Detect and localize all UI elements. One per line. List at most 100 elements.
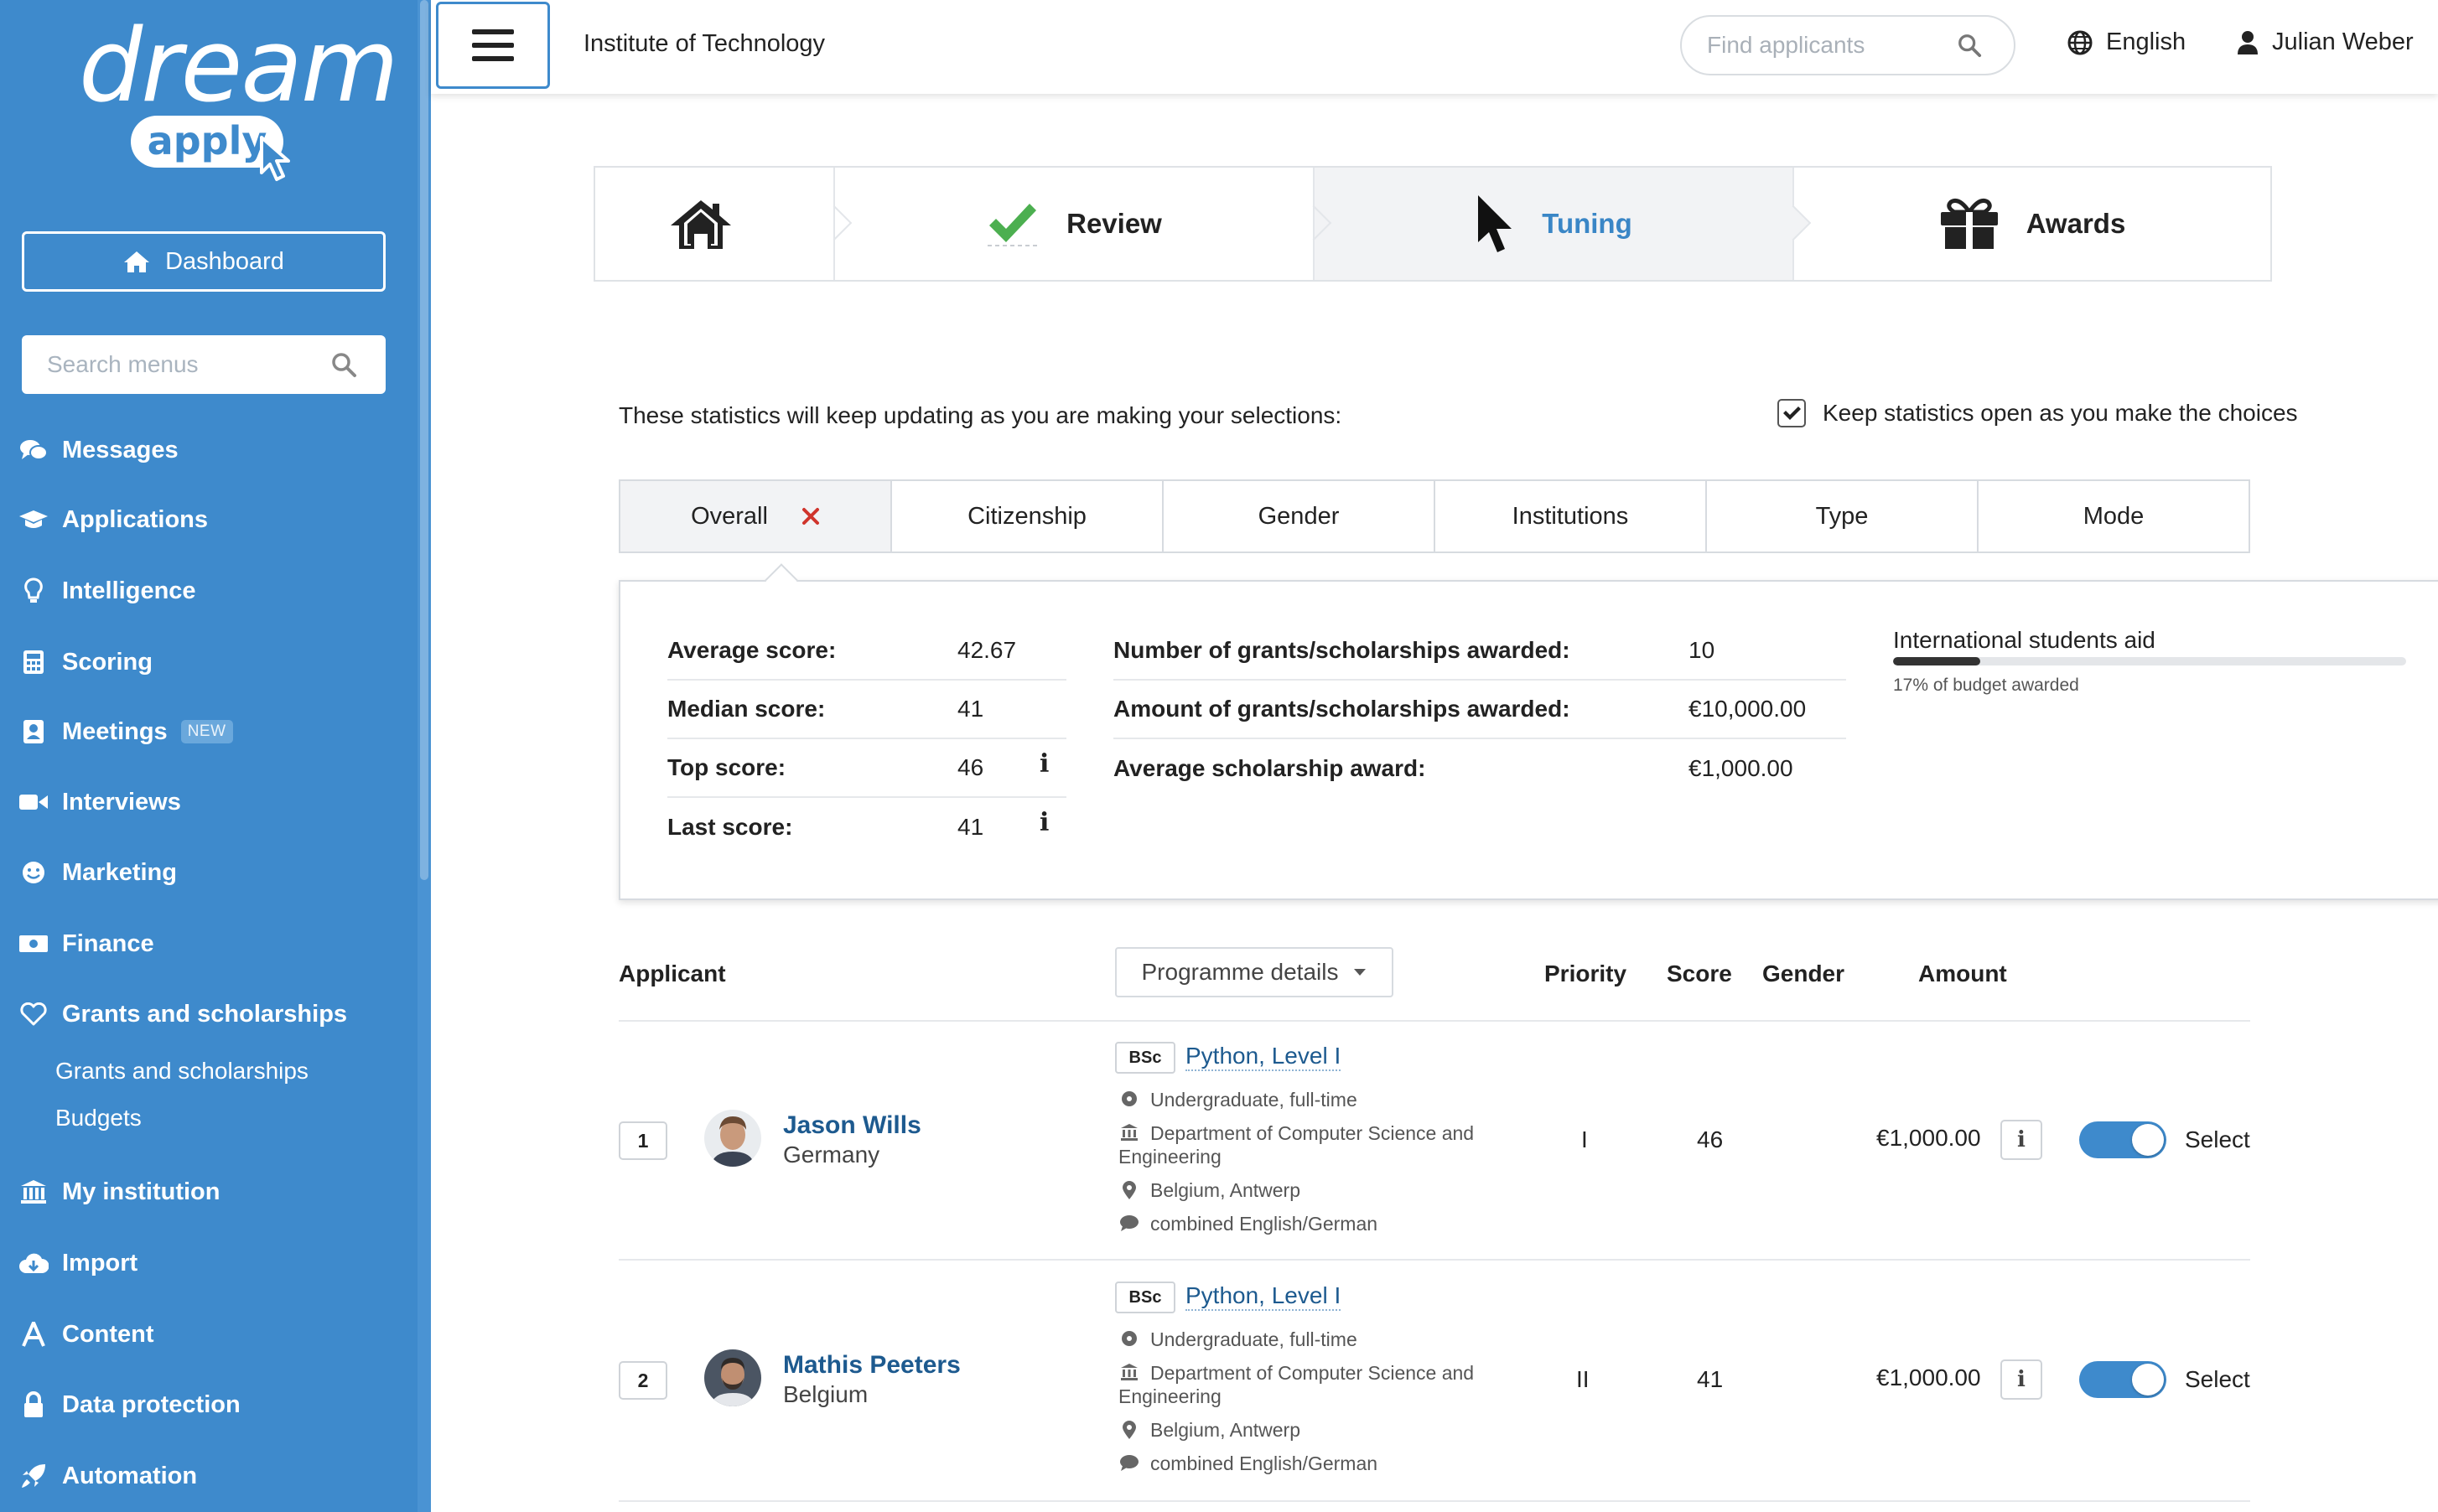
step-review[interactable]: Review xyxy=(835,168,1332,280)
programme-location: Belgium, Antwerp xyxy=(1118,1418,1300,1442)
chat-bubbles-icon xyxy=(18,435,49,465)
step-home[interactable] xyxy=(595,168,853,280)
info-button[interactable]: i xyxy=(2000,1120,2042,1160)
home-icon xyxy=(671,200,731,249)
sidebar-item-applications[interactable]: Applications xyxy=(18,499,208,541)
applicant-name-link[interactable]: Mathis Peeters xyxy=(783,1351,961,1380)
sidebar-item-label: Finance xyxy=(62,929,154,957)
tab-gender[interactable]: Gender xyxy=(1164,481,1435,551)
programme-department-continued: Engineering xyxy=(1118,1145,1222,1168)
programme-department-text-line2: Engineering xyxy=(1118,1385,1222,1407)
programme-department-text: Department of Computer Science and xyxy=(1150,1122,1475,1144)
select-toggle[interactable] xyxy=(2079,1121,2166,1158)
stat-row-average-score: Average score: 42.67 xyxy=(667,622,1066,681)
stat-value: 42.67 xyxy=(957,637,1017,663)
language-selector[interactable]: English xyxy=(2067,28,2186,56)
info-button[interactable]: i xyxy=(2000,1359,2042,1400)
tab-type[interactable]: Type xyxy=(1707,481,1979,551)
sidebar-scrollbar[interactable] xyxy=(418,0,431,1512)
sidebar-item-grants[interactable]: Grants and scholarships xyxy=(18,993,347,1035)
degree-badge: BSc xyxy=(1115,1042,1175,1074)
avatar[interactable] xyxy=(704,1110,761,1167)
amount-value: €1,000.00 xyxy=(1876,1364,1981,1390)
stat-value: €1,000.00 xyxy=(1688,755,1793,781)
search-icon[interactable] xyxy=(330,351,357,378)
map-pin-icon xyxy=(1118,1178,1140,1202)
applicant-country: Belgium xyxy=(783,1381,869,1407)
search-icon[interactable] xyxy=(1957,33,1982,58)
rank-badge: 1 xyxy=(619,1121,667,1160)
stat-label: Last score: xyxy=(667,814,793,840)
sidebar-item-interviews[interactable]: Interviews xyxy=(18,781,181,823)
cursor-arrow-icon xyxy=(1478,195,1512,252)
step-tuning[interactable]: Tuning xyxy=(1315,168,1812,280)
keep-stats-open-checkbox[interactable]: Keep statistics open as you make the cho… xyxy=(1777,399,2298,427)
dreamapply-logo[interactable]: dream apply xyxy=(50,8,399,184)
table-divider xyxy=(619,1500,2250,1502)
tab-citizenship[interactable]: Citizenship xyxy=(892,481,1164,551)
hamburger-icon xyxy=(472,29,514,61)
bank-building-icon xyxy=(1118,1361,1140,1385)
select-toggle[interactable] xyxy=(2079,1361,2166,1398)
tab-overall[interactable]: Overall xyxy=(620,481,892,551)
programme-link[interactable]: Python, Level I xyxy=(1185,1282,1341,1311)
cloud-download-icon xyxy=(18,1248,49,1278)
avatar-photo xyxy=(704,1110,761,1167)
applicant-name-link[interactable]: Jason Wills xyxy=(783,1111,921,1140)
new-badge: NEW xyxy=(180,720,233,743)
toggle-knob xyxy=(2132,1124,2164,1156)
sidebar-item-meetings[interactable]: Meetings NEW xyxy=(18,711,233,753)
sidebar-item-data-protection[interactable]: Data protection xyxy=(18,1384,241,1426)
letter-a-icon xyxy=(18,1319,49,1349)
video-camera-icon xyxy=(18,787,49,817)
stat-row-top-score: Top score: 46 i xyxy=(667,739,1066,798)
step-label: Awards xyxy=(2026,208,2126,239)
user-menu[interactable]: Julian Weber xyxy=(2237,28,2414,56)
sidebar-item-import[interactable]: Import xyxy=(18,1242,137,1284)
bank-building-icon xyxy=(18,1177,49,1207)
checkbox[interactable] xyxy=(1777,399,1806,427)
menu-search-box[interactable] xyxy=(22,335,386,394)
tab-mode[interactable]: Mode xyxy=(1979,481,2249,551)
sidebar-item-intelligence[interactable]: Intelligence xyxy=(18,570,196,612)
sidebar-item-scoring[interactable]: Scoring xyxy=(18,641,153,683)
workflow-steps: Review Tuning Awards xyxy=(594,166,2272,282)
programme-link[interactable]: Python, Level I xyxy=(1185,1043,1341,1071)
sidebar-item-messages[interactable]: Messages xyxy=(18,429,179,471)
sidebar-item-marketing[interactable]: Marketing xyxy=(18,852,177,893)
programme-level-text: Undergraduate, full-time xyxy=(1150,1089,1357,1111)
tab-label: Type xyxy=(1815,502,1869,530)
column-header-score: Score xyxy=(1667,961,1732,986)
sidebar-item-label: Marketing xyxy=(62,858,177,886)
sidebar-item-automation[interactable]: Automation xyxy=(18,1455,197,1497)
sidebar-subitem-grants-and-scholarships[interactable]: Grants and scholarships xyxy=(55,1058,309,1085)
hamburger-menu-button[interactable] xyxy=(436,2,550,89)
programme-department-text: Department of Computer Science and xyxy=(1150,1362,1475,1384)
budget-title: International students aid xyxy=(1893,627,2155,653)
menu-search-input[interactable] xyxy=(45,350,330,379)
stat-value: 41 xyxy=(957,696,984,722)
sidebar-subitem-budgets[interactable]: Budgets xyxy=(55,1105,142,1131)
map-pin-icon xyxy=(1118,1418,1140,1442)
keep-stats-open-label: Keep statistics open as you make the cho… xyxy=(1823,400,2298,426)
programme-details-dropdown[interactable]: Programme details xyxy=(1115,947,1393,997)
stat-label: Average scholarship award: xyxy=(1113,755,1426,781)
budget-caption: 17% of budget awarded xyxy=(1893,676,2079,695)
step-label: Review xyxy=(1066,208,1162,239)
sidebar-item-content[interactable]: Content xyxy=(18,1313,154,1355)
programme-details-label: Programme details xyxy=(1141,959,1339,985)
sidebar-item-finance[interactable]: Finance xyxy=(18,923,154,965)
info-icon[interactable]: i xyxy=(1040,749,1049,779)
sidebar-item-my-institution[interactable]: My institution xyxy=(18,1171,220,1213)
applicant-search-input[interactable] xyxy=(1705,31,1957,60)
dashboard-button[interactable]: Dashboard xyxy=(22,231,386,292)
user-icon xyxy=(2238,30,2258,54)
step-awards[interactable]: Awards xyxy=(1794,168,2270,280)
avatar[interactable] xyxy=(704,1349,761,1406)
statistics-tabs: Overall Citizenship Gender Institutions … xyxy=(619,479,2250,553)
sidebar-scrollbar-thumb[interactable] xyxy=(420,0,428,880)
info-icon[interactable]: i xyxy=(1040,808,1049,837)
tab-institutions[interactable]: Institutions xyxy=(1435,481,1707,551)
close-icon[interactable] xyxy=(801,507,820,526)
applicant-search-box[interactable] xyxy=(1680,15,2015,75)
